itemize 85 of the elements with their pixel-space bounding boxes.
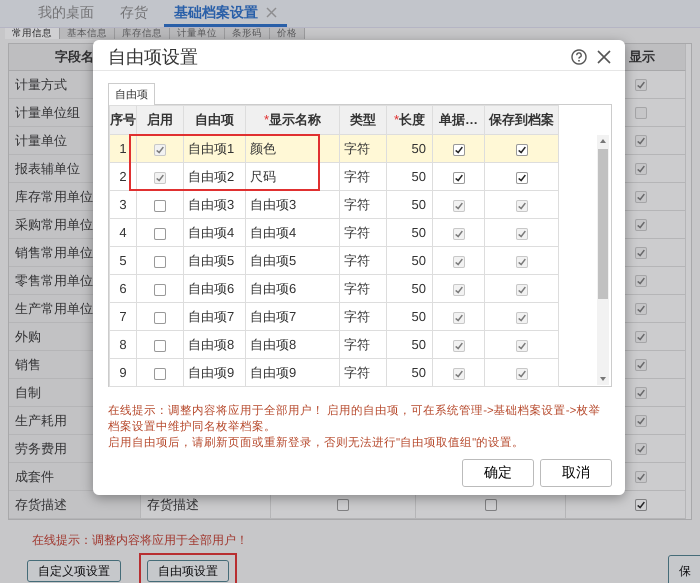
table-cell: 8 xyxy=(110,330,136,358)
table-cell: 5 xyxy=(110,246,136,274)
table-cell: 字符 xyxy=(340,134,386,162)
checkbox[interactable] xyxy=(337,498,349,510)
table-cell: 自由项8 xyxy=(184,330,246,358)
checkbox[interactable] xyxy=(452,144,464,156)
hint-text: 在线提示：调整内容将应用于全部用户！ xyxy=(32,532,249,549)
table-cell: 自由项9 xyxy=(246,358,340,386)
table-cell: 自由项3 xyxy=(246,190,340,218)
table-cell: 50 xyxy=(386,274,432,302)
footer-button[interactable]: 自定义项设置 xyxy=(27,560,121,582)
column-header: *长度 xyxy=(386,106,432,134)
tab[interactable]: 我的桌面 xyxy=(28,1,104,27)
tab[interactable]: 自由项 xyxy=(108,83,155,105)
column-header: 类型 xyxy=(340,106,386,134)
table-cell: 自由项9 xyxy=(184,358,246,386)
column-header: 自由项 xyxy=(184,106,246,134)
table-cell: 自由项4 xyxy=(246,218,340,246)
table-cell: 50 xyxy=(386,358,432,386)
table-cell: 50 xyxy=(386,302,432,330)
table-cell: 存货描述 xyxy=(9,491,141,519)
column-header: 启用 xyxy=(136,106,184,134)
table-cell: 自由项4 xyxy=(184,218,246,246)
dialog-button[interactable]: 确定 xyxy=(462,459,534,487)
table-cell: 字符 xyxy=(340,302,386,330)
dialog-button[interactable]: 取消 xyxy=(540,459,612,487)
table-cell: 50 xyxy=(386,218,432,246)
table-cell: 2 xyxy=(110,162,136,190)
table-cell: 自由项6 xyxy=(246,274,340,302)
footer-button[interactable]: 自由项设置 xyxy=(147,560,229,582)
table-cell: 字符 xyxy=(340,358,386,386)
table-cell: 50 xyxy=(386,246,432,274)
table-cell: 自由项5 xyxy=(246,246,340,274)
table-cell: 50 xyxy=(386,162,432,190)
table-cell: 自由项8 xyxy=(246,330,340,358)
checkbox[interactable] xyxy=(154,200,166,212)
scrollbar[interactable] xyxy=(597,135,609,385)
table-cell: 50 xyxy=(386,190,432,218)
table-cell: 3 xyxy=(110,190,136,218)
table-cell: 自由项5 xyxy=(184,246,246,274)
checkbox[interactable] xyxy=(516,172,528,184)
table-cell: 字符 xyxy=(340,190,386,218)
footer-button[interactable]: 保 xyxy=(668,555,700,583)
column-header: 序号 xyxy=(110,106,136,134)
subtab[interactable]: 常用信息 xyxy=(5,28,60,39)
table-cell: 字符 xyxy=(340,218,386,246)
column-header: 单据… xyxy=(432,106,484,134)
table-cell: 颜色 xyxy=(246,134,340,162)
checkbox[interactable] xyxy=(154,228,166,240)
checkbox[interactable] xyxy=(516,144,528,156)
table-cell: 字符 xyxy=(340,330,386,358)
column-header: *显示名称 xyxy=(246,106,340,134)
checkbox[interactable] xyxy=(154,256,166,268)
table-cell: 6 xyxy=(110,274,136,302)
table-cell: 字符 xyxy=(340,162,386,190)
table-cell: 字符 xyxy=(340,246,386,274)
subtab[interactable]: 价格 xyxy=(270,28,305,39)
subtab[interactable]: 条形码 xyxy=(225,28,270,39)
subtab[interactable]: 库存信息 xyxy=(115,28,170,39)
checkbox[interactable] xyxy=(154,284,166,296)
table-cell: 字符 xyxy=(340,274,386,302)
table-cell: 4 xyxy=(110,218,136,246)
checkbox[interactable] xyxy=(635,498,647,510)
table-cell: 自由项7 xyxy=(246,302,340,330)
help-icon[interactable] xyxy=(571,49,587,65)
table-cell: 50 xyxy=(386,330,432,358)
table-cell: 9 xyxy=(110,358,136,386)
close-icon[interactable] xyxy=(597,50,611,64)
table-cell: 自由项3 xyxy=(184,190,246,218)
table-cell: 50 xyxy=(386,134,432,162)
checkbox[interactable] xyxy=(484,498,496,510)
table-cell: 自由项1 xyxy=(184,134,246,162)
checkbox[interactable] xyxy=(154,340,166,352)
table-cell: 存货描述 xyxy=(147,496,199,514)
subtab[interactable]: 计量单位 xyxy=(170,28,225,39)
table-cell: 自由项6 xyxy=(184,274,246,302)
table-cell: 7 xyxy=(110,302,136,330)
tab[interactable]: 存货 xyxy=(110,1,158,27)
column-header: 保存到档案 xyxy=(484,106,558,134)
table-cell: 自由项7 xyxy=(184,302,246,330)
column-header: 显示 xyxy=(629,48,655,66)
checkbox[interactable] xyxy=(154,368,166,380)
checkbox[interactable] xyxy=(452,172,464,184)
subtab[interactable]: 基本信息 xyxy=(60,28,115,39)
checkbox[interactable] xyxy=(154,312,166,324)
